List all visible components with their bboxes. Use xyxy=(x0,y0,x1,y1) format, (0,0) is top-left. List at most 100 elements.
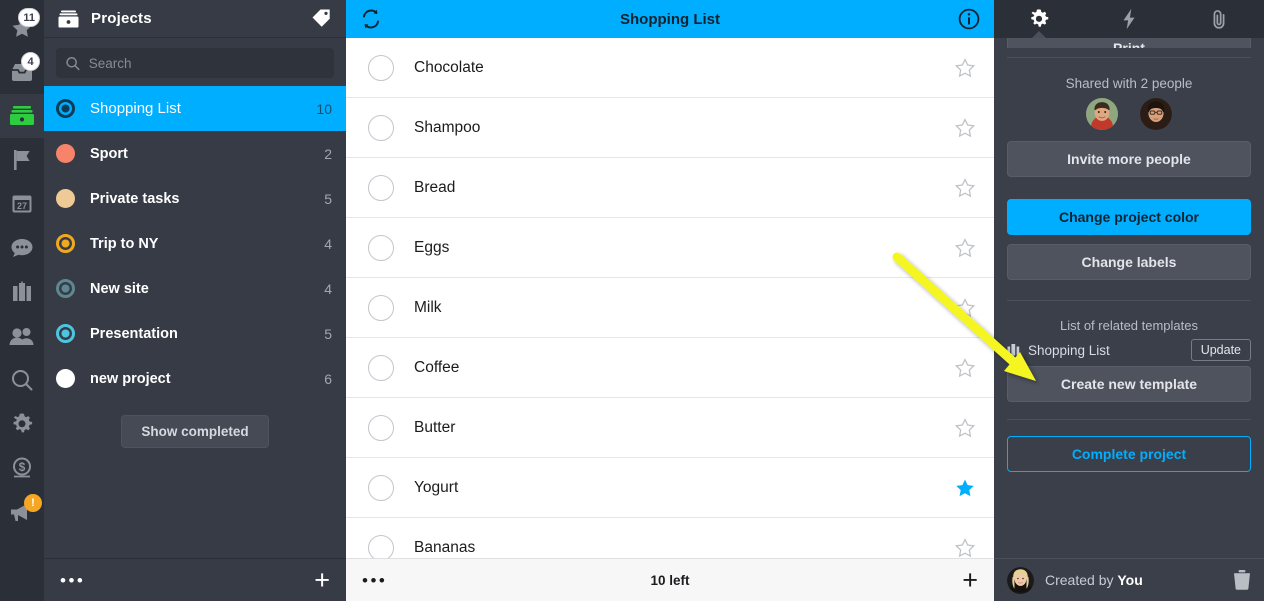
projects-icon xyxy=(10,106,34,125)
task-checkbox[interactable] xyxy=(368,294,394,321)
star-icon[interactable] xyxy=(954,237,976,259)
rail-item-calendar[interactable]: 27 xyxy=(0,182,44,226)
show-completed-button[interactable]: Show completed xyxy=(121,415,269,448)
table-row[interactable]: Yogurt xyxy=(346,458,994,518)
star-icon[interactable] xyxy=(954,537,976,559)
project-name: Presentation xyxy=(90,325,178,342)
table-row[interactable]: Eggs xyxy=(346,218,994,278)
task-checkbox[interactable] xyxy=(368,54,394,81)
sidebar-item-shopping-list[interactable]: Shopping List 10 xyxy=(44,86,346,131)
rail-item-projects[interactable] xyxy=(0,94,44,138)
list-item[interactable]: Shopping List Update xyxy=(1007,338,1251,366)
flag-icon xyxy=(14,150,30,170)
complete-project-section: Complete project xyxy=(994,436,1264,472)
rail-item-chat[interactable] xyxy=(0,226,44,270)
sidebar-item-trip-to-ny[interactable]: Trip to NY 4 xyxy=(44,221,346,266)
sidebar-item-presentation[interactable]: Presentation 5 xyxy=(44,311,346,356)
star-icon[interactable] xyxy=(954,57,976,79)
sidebar-item-sport[interactable]: Sport 2 xyxy=(44,131,346,176)
star-icon[interactable] xyxy=(954,357,976,379)
info-icon[interactable] xyxy=(958,8,980,30)
project-color-dot xyxy=(56,144,75,163)
plus-icon[interactable]: + xyxy=(314,566,330,594)
task-checkbox[interactable] xyxy=(368,234,394,261)
project-color-dot xyxy=(56,189,75,208)
table-row[interactable]: Shampoo xyxy=(346,98,994,158)
change-project-color-button[interactable]: Change project color xyxy=(1007,199,1251,235)
task-checkbox[interactable] xyxy=(368,114,394,141)
template-icon xyxy=(1007,344,1020,356)
project-name: new project xyxy=(90,370,171,387)
people-icon xyxy=(9,328,34,345)
task-list-title: Shopping List xyxy=(620,10,720,28)
rail-item-flagged[interactable] xyxy=(0,138,44,182)
change-labels-section: Change labels xyxy=(994,244,1264,280)
search-icon xyxy=(12,370,33,391)
project-color-dot xyxy=(56,324,75,343)
search-box[interactable] xyxy=(56,48,334,78)
star-icon[interactable] xyxy=(954,177,976,199)
lightning-icon xyxy=(1123,8,1135,30)
create-new-template-button[interactable]: Create new template xyxy=(1007,366,1251,402)
tab-automation[interactable] xyxy=(1084,0,1174,38)
star-icon[interactable] xyxy=(954,417,976,439)
avatar-you[interactable] xyxy=(1007,566,1034,594)
templates-title: List of related templates xyxy=(1059,318,1199,333)
rail-item-contacts[interactable] xyxy=(0,314,44,358)
task-label: Butter xyxy=(414,418,456,436)
rail-item-inbox[interactable]: 4 xyxy=(0,50,44,94)
avatar-person-2[interactable] xyxy=(1140,98,1172,130)
rail-item-workspace[interactable] xyxy=(0,270,44,314)
star-icon-filled[interactable] xyxy=(954,477,976,499)
rail-item-news[interactable]: ! xyxy=(0,490,44,534)
task-label: Bananas xyxy=(414,538,476,556)
task-label: Eggs xyxy=(414,238,450,256)
tab-settings[interactable] xyxy=(994,0,1084,38)
sidebar-item-new-project[interactable]: new project 6 xyxy=(44,356,346,401)
table-row[interactable]: Coffee xyxy=(346,338,994,398)
task-checkbox[interactable] xyxy=(368,534,394,558)
project-count: 5 xyxy=(324,325,332,342)
app-window: 11 4 27 $ ! Projects Search Shopping Lis… xyxy=(0,0,1264,601)
task-checkbox[interactable] xyxy=(368,474,394,501)
search-container xyxy=(44,38,346,86)
print-button[interactable]: Print xyxy=(1007,38,1251,48)
tab-attachments[interactable] xyxy=(1174,0,1264,38)
detail-scroll-area[interactable]: Print Shared with 2 people Invite more p… xyxy=(994,38,1264,558)
task-label: Bread xyxy=(414,178,456,196)
rail-item-settings[interactable] xyxy=(0,402,44,446)
sidebar-item-private-tasks[interactable]: Private tasks 5 xyxy=(44,176,346,221)
rail-item-billing[interactable]: $ xyxy=(0,446,44,490)
change-labels-button[interactable]: Change labels xyxy=(1007,244,1251,280)
rail-badge-news: ! xyxy=(24,494,42,512)
table-row[interactable]: Milk xyxy=(346,278,994,338)
complete-project-button[interactable]: Complete project xyxy=(1007,436,1251,472)
rail-item-starred[interactable]: 11 xyxy=(0,6,44,50)
plus-icon[interactable]: + xyxy=(962,566,978,594)
more-dots-icon[interactable]: ••• xyxy=(362,572,387,589)
star-icon[interactable] xyxy=(954,297,976,319)
update-template-button[interactable]: Update xyxy=(1190,339,1251,361)
search-input[interactable] xyxy=(88,55,324,71)
table-row[interactable]: Butter xyxy=(346,398,994,458)
avatar-person-1[interactable] xyxy=(1086,98,1118,130)
table-row[interactable]: Bread xyxy=(346,158,994,218)
more-dots-icon[interactable]: ••• xyxy=(60,572,85,589)
task-label: Yogurt xyxy=(414,478,459,496)
tag-icon[interactable] xyxy=(311,8,332,29)
task-checkbox[interactable] xyxy=(368,174,394,201)
sidebar-item-new-site[interactable]: New site 4 xyxy=(44,266,346,311)
task-checkbox[interactable] xyxy=(368,354,394,381)
rail-item-search[interactable] xyxy=(0,358,44,402)
trash-icon[interactable] xyxy=(1233,570,1251,590)
template-section: Shopping List Update Create new template xyxy=(994,338,1264,402)
project-count: 4 xyxy=(324,280,332,297)
star-icon[interactable] xyxy=(954,117,976,139)
sync-icon[interactable] xyxy=(360,8,382,30)
task-label: Milk xyxy=(414,298,442,316)
table-row[interactable]: Chocolate xyxy=(346,38,994,98)
divider xyxy=(1007,300,1251,301)
invite-more-people-button[interactable]: Invite more people xyxy=(1007,141,1251,177)
task-checkbox[interactable] xyxy=(368,414,394,441)
table-row[interactable]: Bananas xyxy=(346,518,994,558)
